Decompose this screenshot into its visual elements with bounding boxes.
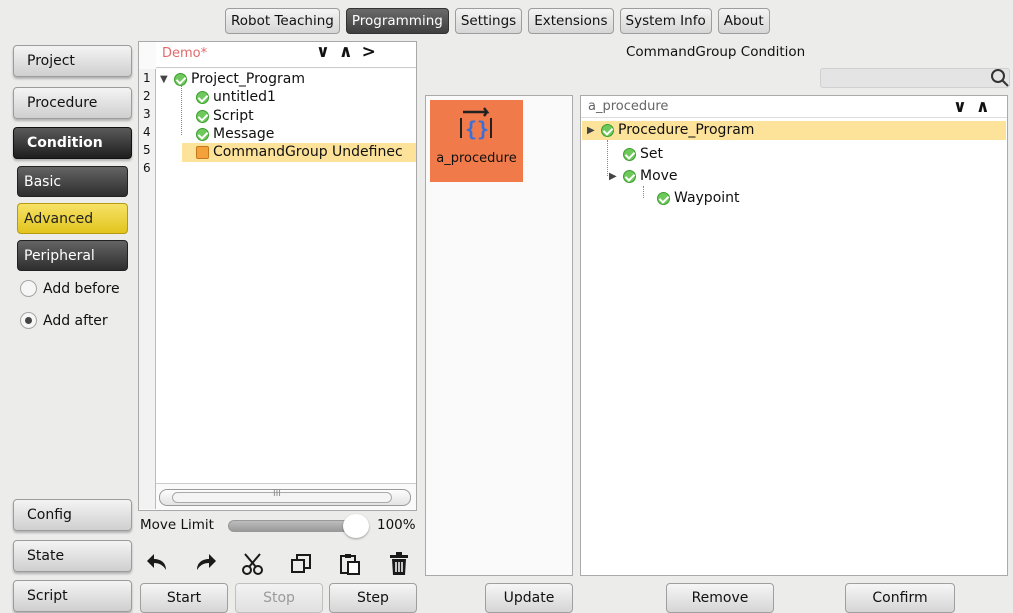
- move-limit-slider-handle[interactable]: [343, 514, 369, 538]
- paste-icon[interactable]: [336, 552, 364, 578]
- undo-icon[interactable]: [144, 552, 172, 578]
- category-peripheral-button[interactable]: Peripheral: [17, 240, 128, 271]
- procedure-tile-label: a_procedure: [436, 151, 517, 166]
- program-tree: ▼ Project_Program untitled1 Script Messa…: [156, 69, 416, 484]
- procedure-tree-header: a_procedure ∨∧: [581, 96, 1007, 118]
- procedure-nav-arrows: ∨∧: [953, 97, 999, 117]
- chevron-up-icon[interactable]: ∧: [339, 42, 362, 62]
- start-button[interactable]: Start: [140, 583, 228, 613]
- tree-node-label: Script: [213, 108, 254, 124]
- confirm-button[interactable]: Confirm: [845, 583, 955, 613]
- nav-condition-button[interactable]: Condition: [13, 127, 132, 159]
- expand-arrow-icon[interactable]: ▼: [160, 70, 170, 89]
- tree-node-untitled1[interactable]: untitled1: [196, 88, 276, 107]
- cut-icon[interactable]: [240, 552, 268, 578]
- line-number: 4: [143, 125, 151, 139]
- tab-programming[interactable]: Programming: [345, 8, 449, 34]
- tree-node-label: CommandGroup Undefinec: [213, 144, 403, 160]
- redo-icon[interactable]: [191, 552, 219, 578]
- tree-node-label: Waypoint: [674, 190, 740, 206]
- tree-node-set[interactable]: Set: [623, 145, 663, 164]
- nav-state-button[interactable]: State: [13, 540, 132, 572]
- line-number: 2: [143, 89, 151, 103]
- chevron-down-icon[interactable]: ∨: [953, 97, 976, 117]
- nav-procedure-button[interactable]: Procedure: [13, 87, 132, 119]
- nav-script-button[interactable]: Script: [13, 580, 132, 612]
- delete-icon[interactable]: [385, 552, 413, 578]
- tree-node-label: Set: [640, 146, 663, 162]
- svg-text:{}: {}: [465, 117, 489, 140]
- add-after-radio[interactable]: [20, 312, 37, 329]
- chevron-up-icon[interactable]: ∧: [976, 97, 999, 117]
- tab-extensions[interactable]: Extensions: [528, 8, 614, 34]
- program-name: Demo*: [162, 46, 208, 61]
- line-number: 1: [143, 71, 151, 85]
- procedure-tree-panel: a_procedure ∨∧ ▶ Procedure_Program Set ▶…: [580, 95, 1008, 576]
- step-button[interactable]: Step: [329, 583, 417, 613]
- tree-node-procedure-program[interactable]: ▶ Procedure_Program: [582, 121, 1006, 140]
- remove-button[interactable]: Remove: [666, 583, 774, 613]
- tab-about[interactable]: About: [717, 8, 770, 34]
- procedure-tile[interactable]: {} a_procedure: [430, 100, 523, 182]
- check-icon: [623, 170, 636, 183]
- tree-node-label: Message: [213, 126, 275, 142]
- tab-settings[interactable]: Settings: [454, 8, 523, 34]
- line-number-gutter: 1 2 3 4 5 6: [139, 69, 156, 509]
- add-before-radio[interactable]: [20, 280, 37, 297]
- procedure-icon: {}: [460, 107, 492, 140]
- check-icon: [174, 73, 187, 86]
- tree-node-commandgroup[interactable]: CommandGroup Undefinec: [182, 143, 416, 162]
- copy-icon[interactable]: [287, 552, 315, 578]
- expand-arrow-icon[interactable]: ▶: [609, 167, 619, 186]
- move-limit-label: Move Limit: [140, 517, 214, 533]
- tree-node-move[interactable]: ▶ Move: [609, 167, 678, 186]
- add-after-label: Add after: [43, 312, 108, 329]
- check-icon: [623, 148, 636, 161]
- search-icon[interactable]: [990, 68, 1010, 93]
- tree-node-label: Procedure_Program: [618, 122, 755, 138]
- chevron-down-icon[interactable]: ∨: [316, 42, 339, 62]
- add-before-option[interactable]: Add before: [20, 280, 120, 297]
- tree-node-waypoint[interactable]: Waypoint: [657, 189, 740, 208]
- check-icon: [196, 91, 209, 104]
- chevron-right-icon[interactable]: >: [362, 42, 385, 62]
- category-basic-button[interactable]: Basic: [17, 166, 128, 197]
- program-tree-panel: 1 2 3 4 5 6 Demo* ∨∧> ▼ Project_Program …: [138, 41, 417, 511]
- category-advanced-button[interactable]: Advanced: [17, 203, 128, 234]
- tab-system-info[interactable]: System Info: [619, 8, 712, 34]
- tree-node-script[interactable]: Script: [196, 107, 254, 126]
- tree-node-message[interactable]: Message: [196, 125, 274, 144]
- horizontal-scrollbar[interactable]: III: [159, 489, 411, 506]
- update-button[interactable]: Update: [485, 583, 573, 613]
- nav-project-button[interactable]: Project: [13, 45, 132, 77]
- stop-button[interactable]: Stop: [235, 583, 323, 613]
- line-number: 5: [143, 143, 151, 157]
- add-before-label: Add before: [43, 280, 120, 297]
- check-icon: [196, 110, 209, 123]
- line-number: 3: [143, 107, 151, 121]
- tree-node-project-program[interactable]: ▼ Project_Program: [160, 70, 410, 89]
- check-icon: [601, 124, 614, 137]
- panel-title: CommandGroup Condition: [626, 44, 806, 60]
- move-limit-value: 100%: [377, 517, 416, 533]
- search-input[interactable]: [820, 68, 1010, 88]
- tree-node-label: Move: [640, 168, 678, 184]
- procedure-name: a_procedure: [588, 99, 669, 114]
- tab-robot-teaching[interactable]: Robot Teaching: [225, 8, 340, 34]
- warning-icon: [196, 146, 209, 159]
- tree-node-label: untitled1: [213, 89, 276, 105]
- scrollbar-thumb[interactable]: III: [172, 489, 392, 503]
- program-tree-header: Demo* ∨∧>: [156, 42, 416, 68]
- check-icon: [657, 192, 670, 205]
- check-icon: [196, 128, 209, 141]
- top-tab-bar: Robot Teaching Programming Settings Exte…: [225, 8, 776, 34]
- scrollbar-grip: III: [273, 489, 281, 499]
- tree-nav-arrows: ∨∧>: [316, 42, 385, 62]
- tree-node-label: Project_Program: [191, 71, 305, 87]
- expand-arrow-icon[interactable]: ▶: [587, 121, 597, 140]
- line-number: 6: [143, 161, 151, 175]
- nav-config-button[interactable]: Config: [13, 499, 132, 531]
- add-after-option[interactable]: Add after: [20, 312, 108, 329]
